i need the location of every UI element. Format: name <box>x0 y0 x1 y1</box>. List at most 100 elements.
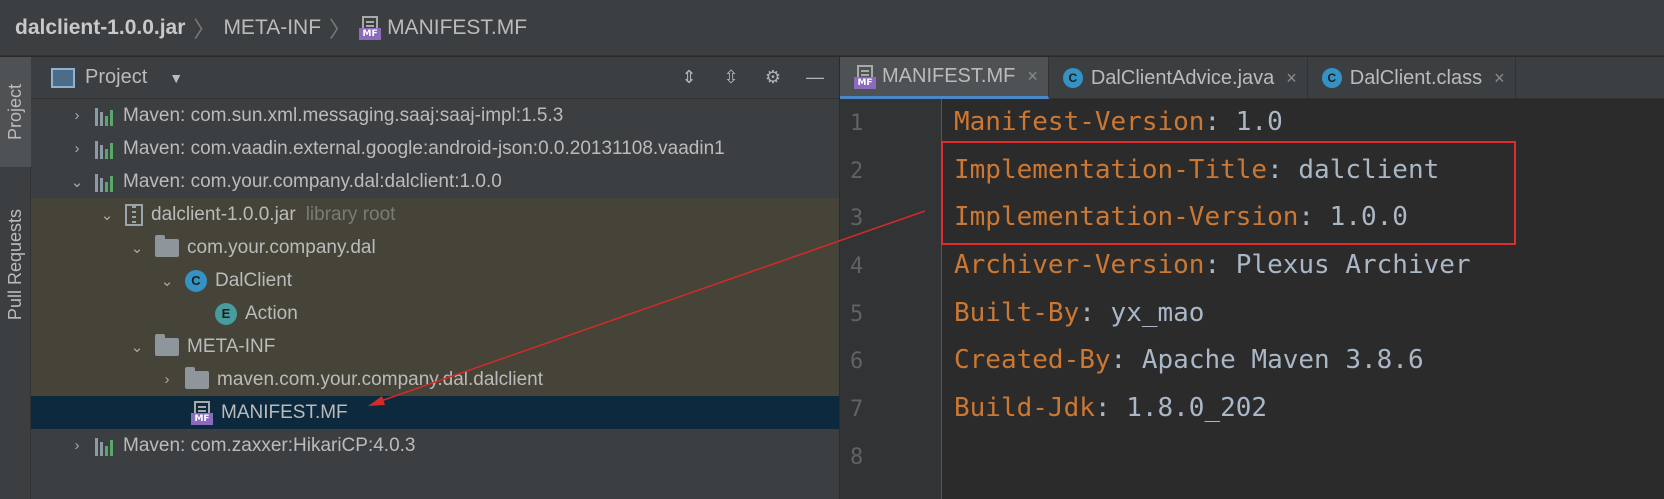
tree-item[interactable]: ⌄ com.your.company.dal <box>31 231 839 264</box>
line-number: 6 <box>850 349 864 374</box>
library-icon <box>95 139 117 159</box>
tree-item-label: com.your.company.dal <box>187 236 376 258</box>
line-number: 4 <box>850 254 864 279</box>
chevron-right-icon[interactable]: › <box>69 140 85 157</box>
chevron-down-icon[interactable]: ▼ <box>169 70 183 86</box>
tree-item[interactable]: › Maven: com.sun.xml.messaging.saaj:saaj… <box>31 99 839 132</box>
code-line: Created-By: Apache Maven 3.8.6 <box>954 345 1424 375</box>
project-tab-label: Project <box>5 83 25 141</box>
manifest-value: : 1.8.0_202 <box>1094 393 1268 423</box>
expand-all-icon[interactable]: ⇕ <box>677 65 701 89</box>
tree-item-label: Maven: com.zaxxer:HikariCP:4.0.3 <box>123 434 416 456</box>
folder-icon <box>185 366 209 389</box>
breadcrumb-item-manifest-label: MANIFEST.MF <box>387 15 528 39</box>
tab-dalclientadvice[interactable]: C DalClientAdvice.java × <box>1049 57 1308 99</box>
tab-manifest[interactable]: MF MANIFEST.MF × <box>840 57 1049 99</box>
tree-item[interactable]: ⌄ dalclient-1.0.0.jar library root <box>31 198 839 231</box>
breadcrumb-separator: 〉 <box>193 16 216 42</box>
line-number: 2 <box>850 159 864 184</box>
line-number: 3 <box>850 206 864 231</box>
line-number: 5 <box>850 302 864 327</box>
chevron-right-icon[interactable]: › <box>69 107 85 124</box>
folder-icon <box>155 333 179 356</box>
jar-icon <box>125 203 143 226</box>
tree-item-selected[interactable]: MF MANIFEST.MF <box>31 396 839 429</box>
library-icon <box>95 436 117 456</box>
tree-item[interactable]: ⌄ META-INF <box>31 330 839 363</box>
close-icon[interactable]: × <box>1027 66 1038 87</box>
chevron-right-icon[interactable]: › <box>159 371 175 388</box>
tab-label: MANIFEST.MF <box>882 65 1016 87</box>
chevron-right-icon[interactable]: › <box>69 437 85 454</box>
chevron-down-icon[interactable]: ⌄ <box>69 173 85 191</box>
gear-icon[interactable]: ⚙ <box>761 65 785 89</box>
tab-dalclient-class[interactable]: C DalClient.class × <box>1308 57 1516 99</box>
project-panel-title[interactable]: Project <box>85 66 147 89</box>
manifest-file-icon: MF <box>191 400 213 425</box>
tab-label: DalClient.class <box>1349 66 1483 89</box>
tree-item-label: maven.com.your.company.dal.dalclient <box>217 368 543 390</box>
collapse-all-icon[interactable]: ⇳ <box>719 65 743 89</box>
breadcrumb-item-jar[interactable]: dalclient-1.0.0.jar <box>15 0 185 55</box>
tree-item-label: Maven: com.your.company.dal:dalclient:1.… <box>123 170 502 192</box>
class-icon: C <box>1062 68 1083 88</box>
code-line: Archiver-Version: Plexus Archiver <box>954 250 1471 280</box>
folder-icon <box>155 234 179 257</box>
chevron-down-icon[interactable]: ⌄ <box>129 239 145 257</box>
manifest-file-icon: MF <box>359 15 382 40</box>
manifest-value: : yx_mao <box>1079 298 1205 328</box>
tree-item[interactable]: ⌄ Maven: com.your.company.dal:dalclient:… <box>31 165 839 198</box>
chevron-down-icon[interactable]: ⌄ <box>99 206 115 224</box>
tree-item[interactable]: › maven.com.your.company.dal.dalclient <box>31 363 839 396</box>
tree-item[interactable]: E Action <box>31 297 839 330</box>
highlight-box-annotation <box>941 141 1516 245</box>
tool-tab-pull-requests[interactable]: Pull Requests <box>0 177 31 352</box>
project-panel-header: Project ▼ ⇕ ⇳ ⚙ — <box>31 57 839 99</box>
library-icon <box>95 172 117 192</box>
code-line: Built-By: yx_mao <box>954 298 1204 328</box>
tree-item-label: DalClient <box>215 269 293 291</box>
tree-item-label: Maven: com.vaadin.external.google:androi… <box>123 137 725 159</box>
line-number: 8 <box>850 445 864 470</box>
tree-item-label: Maven: com.sun.xml.messaging.saaj:saaj-i… <box>123 104 564 126</box>
enum-icon: E <box>215 302 237 325</box>
tree-item[interactable]: › Maven: com.vaadin.external.google:andr… <box>31 132 839 165</box>
minimize-icon[interactable]: — <box>803 65 827 89</box>
project-tree: › Maven: com.sun.xml.messaging.saaj:saaj… <box>31 99 839 499</box>
tree-item-label: META-INF <box>187 335 276 357</box>
pull-requests-tab-label: Pull Requests <box>5 208 25 321</box>
breadcrumb-item-manifest[interactable]: MF MANIFEST.MF <box>359 0 527 55</box>
manifest-file-icon: MF <box>854 64 876 89</box>
line-number: 1 <box>850 111 864 136</box>
tree-item-label: dalclient-1.0.0.jar <box>151 203 296 225</box>
class-icon: C <box>1321 68 1342 88</box>
manifest-value: : 1.0 <box>1204 107 1283 137</box>
manifest-key: Build-Jdk <box>954 393 1095 423</box>
code-line: Manifest-Version: 1.0 <box>954 107 1283 137</box>
library-root-hint: library root <box>305 203 396 225</box>
manifest-value: : Apache Maven 3.8.6 <box>1110 345 1424 375</box>
tree-item-label: Action <box>245 302 298 324</box>
chevron-down-icon[interactable]: ⌄ <box>129 338 145 356</box>
editor-tabs: MF MANIFEST.MF × C DalClientAdvice.java … <box>840 57 1664 99</box>
project-window-icon <box>51 67 75 88</box>
tree-item[interactable]: › Maven: com.zaxxer:HikariCP:4.0.3 <box>31 429 839 462</box>
tab-label: DalClientAdvice.java <box>1090 66 1275 89</box>
manifest-key: Archiver-Version <box>954 250 1205 280</box>
code-line: Build-Jdk: 1.8.0_202 <box>954 393 1267 423</box>
close-icon[interactable]: × <box>1494 68 1505 89</box>
manifest-key: Manifest-Version <box>954 107 1205 137</box>
tool-tab-project[interactable]: Project <box>0 57 31 167</box>
tree-item[interactable]: ⌄ C DalClient <box>31 264 839 297</box>
tree-item-label: MANIFEST.MF <box>221 401 348 423</box>
close-icon[interactable]: × <box>1286 68 1297 89</box>
line-number: 7 <box>850 397 864 422</box>
manifest-value: : Plexus Archiver <box>1204 250 1471 280</box>
chevron-down-icon[interactable]: ⌄ <box>159 272 175 290</box>
library-icon <box>95 106 117 126</box>
project-panel: Project ▼ ⇕ ⇳ ⚙ — › Maven: com.sun.xml.m… <box>31 57 839 499</box>
manifest-key: Built-By <box>954 298 1080 328</box>
line-number-gutter: 1 2 3 4 5 6 7 8 <box>840 99 942 499</box>
breadcrumb-item-meta-inf[interactable]: META-INF <box>223 0 321 55</box>
editor: MF MANIFEST.MF × C DalClientAdvice.java … <box>840 57 1664 499</box>
